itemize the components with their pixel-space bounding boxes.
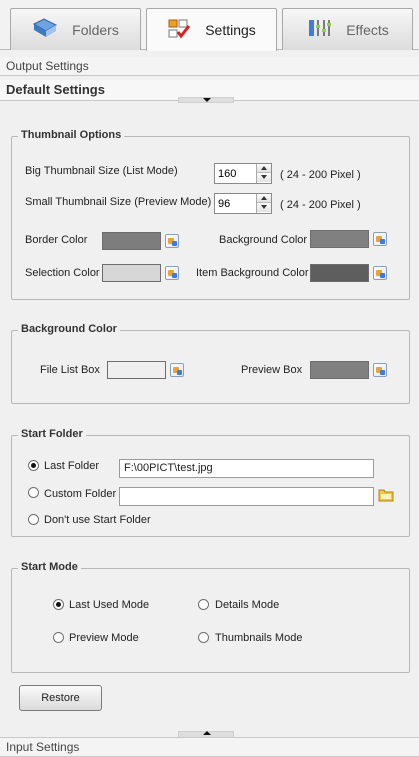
- spin-down-icon[interactable]: [257, 203, 271, 212]
- folders-icon: [32, 16, 58, 43]
- background-color-swatch[interactable]: [310, 230, 369, 248]
- details-mode-radio[interactable]: [198, 599, 209, 610]
- tab-effects[interactable]: Effects: [282, 8, 413, 50]
- tab-effects-label: Effects: [346, 21, 389, 38]
- tab-bar: Folders Settings Effects: [0, 0, 419, 51]
- background-color-group: Background Color File List Box Preview B…: [11, 323, 410, 404]
- last-folder-radio[interactable]: [28, 460, 39, 471]
- browse-folder-icon[interactable]: [378, 488, 394, 502]
- color-picker-icon[interactable]: [165, 234, 179, 248]
- restore-button[interactable]: Restore: [19, 685, 102, 711]
- thumbnail-options-group: Thumbnail Options Big Thumbnail Size (Li…: [11, 129, 410, 300]
- tab-folders-label: Folders: [72, 21, 119, 38]
- small-thumbnail-input[interactable]: [215, 194, 257, 213]
- color-picker-icon[interactable]: [170, 363, 184, 377]
- color-picker-icon[interactable]: [165, 266, 179, 280]
- tab-settings[interactable]: Settings: [146, 8, 277, 51]
- effects-icon: [306, 16, 332, 43]
- selection-color-swatch[interactable]: [102, 264, 161, 282]
- preview-mode-radio[interactable]: [53, 632, 64, 643]
- small-thumbnail-stepper[interactable]: [214, 193, 272, 214]
- dont-use-start-folder-radio[interactable]: [28, 514, 39, 525]
- spin-up-icon[interactable]: [257, 194, 271, 203]
- custom-folder-field[interactable]: [119, 487, 374, 506]
- details-mode-label: Details Mode: [215, 599, 280, 611]
- item-bg-color-label: Item Background Color: [196, 267, 309, 279]
- last-used-mode-label: Last Used Mode: [69, 599, 150, 611]
- big-thumbnail-stepper[interactable]: [214, 163, 272, 184]
- start-folder-title: Start Folder: [18, 428, 86, 440]
- background-color-title: Background Color: [18, 323, 120, 335]
- thumbnail-options-title: Thumbnail Options: [18, 129, 125, 141]
- last-used-mode-radio[interactable]: [53, 599, 64, 610]
- big-thumbnail-label: Big Thumbnail Size (List Mode): [25, 165, 178, 177]
- dont-use-start-folder-label: Don't use Start Folder: [44, 514, 151, 526]
- border-color-swatch[interactable]: [102, 232, 161, 250]
- spin-up-icon[interactable]: [257, 164, 271, 173]
- file-list-color-swatch[interactable]: [107, 361, 166, 379]
- last-folder-label: Last Folder: [44, 460, 100, 472]
- preview-box-label: Preview Box: [241, 364, 303, 376]
- border-color-label: Border Color: [25, 234, 88, 246]
- tab-settings-label: Settings: [205, 22, 256, 38]
- item-bg-color-swatch[interactable]: [310, 264, 369, 282]
- thumbnails-mode-radio[interactable]: [198, 632, 209, 643]
- small-thumbnail-range: ( 24 - 200 Pixel ): [280, 199, 361, 211]
- custom-folder-radio[interactable]: [28, 487, 39, 498]
- settings-icon: [167, 17, 191, 44]
- collapse-arrow-icon[interactable]: [178, 97, 234, 103]
- start-folder-group: Start Folder Last Folder F:\00PICT\test.…: [11, 428, 410, 537]
- start-mode-group: Start Mode Last Used Mode Details Mode P…: [11, 561, 410, 673]
- output-settings-header[interactable]: Output Settings: [0, 57, 419, 76]
- color-picker-icon[interactable]: [373, 363, 387, 377]
- big-thumbnail-input[interactable]: [215, 164, 257, 183]
- background-color-label: Background Color: [219, 234, 308, 246]
- big-thumbnail-range: ( 24 - 200 Pixel ): [280, 169, 361, 181]
- color-picker-icon[interactable]: [373, 266, 387, 280]
- small-thumbnail-label: Small Thumbnail Size (Preview Mode): [25, 196, 212, 208]
- preview-color-swatch[interactable]: [310, 361, 369, 379]
- spin-down-icon[interactable]: [257, 173, 271, 182]
- start-mode-title: Start Mode: [18, 561, 81, 573]
- color-picker-icon[interactable]: [373, 232, 387, 246]
- thumbnails-mode-label: Thumbnails Mode: [215, 632, 303, 644]
- input-settings-header[interactable]: Input Settings: [0, 737, 419, 757]
- file-list-box-label: File List Box: [40, 364, 100, 376]
- last-folder-field[interactable]: F:\00PICT\test.jpg: [119, 459, 374, 478]
- selection-color-label: Selection Color: [25, 267, 100, 279]
- custom-folder-label: Custom Folder: [44, 488, 117, 500]
- preview-mode-label: Preview Mode: [69, 632, 139, 644]
- tab-folders[interactable]: Folders: [10, 8, 141, 50]
